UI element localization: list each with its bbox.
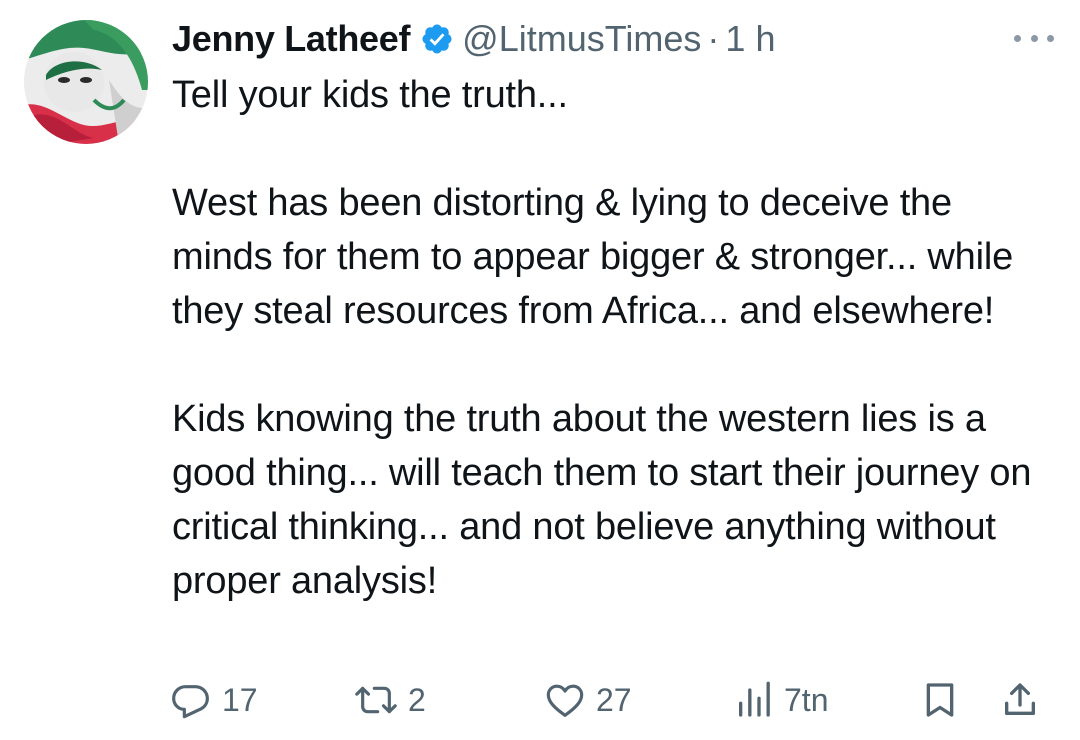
reply-button[interactable]: 17 — [172, 670, 258, 730]
tweet-paragraph: West has been distorting & lying to dece… — [172, 182, 1014, 332]
tweet-header: Jenny Latheef @LitmusTimes · 1 h — [172, 14, 775, 64]
reply-icon — [172, 685, 209, 719]
tweet-text: Tell your kids the truth... West has bee… — [172, 68, 1052, 608]
author-name[interactable]: Jenny Latheef — [172, 18, 410, 60]
author-handle[interactable]: @LitmusTimes — [462, 18, 701, 60]
retweet-icon — [355, 686, 397, 714]
share-button[interactable] — [1000, 670, 1040, 730]
avatar[interactable] — [24, 20, 148, 144]
share-icon — [1005, 683, 1035, 715]
more-options-icon[interactable] — [1014, 28, 1054, 48]
tweet-paragraph: Kids knowing the truth about the western… — [172, 398, 1032, 602]
like-count: 27 — [596, 681, 632, 718]
like-button[interactable]: 27 — [544, 670, 632, 730]
retweet-button[interactable]: 2 — [354, 670, 426, 730]
views-button[interactable]: 7tn — [734, 670, 828, 730]
bookmark-button[interactable] — [920, 670, 960, 730]
tweet-card[interactable]: Jenny Latheef @LitmusTimes · 1 h Tell yo… — [0, 0, 1080, 740]
tweet-paragraph: Tell your kids the truth... — [172, 74, 568, 116]
retweet-count: 2 — [408, 681, 426, 718]
timestamp[interactable]: 1 h — [725, 18, 775, 60]
views-count: 7tn — [784, 681, 829, 718]
separator-dot: · — [707, 18, 720, 59]
heart-icon — [546, 684, 584, 717]
avatar-image — [24, 20, 148, 144]
reply-count: 17 — [222, 681, 258, 718]
tweet-actions: 17 2 27 7tn — [172, 670, 1056, 730]
verified-badge-icon — [420, 22, 454, 56]
bookmark-icon — [926, 683, 954, 717]
views-icon — [739, 681, 770, 717]
